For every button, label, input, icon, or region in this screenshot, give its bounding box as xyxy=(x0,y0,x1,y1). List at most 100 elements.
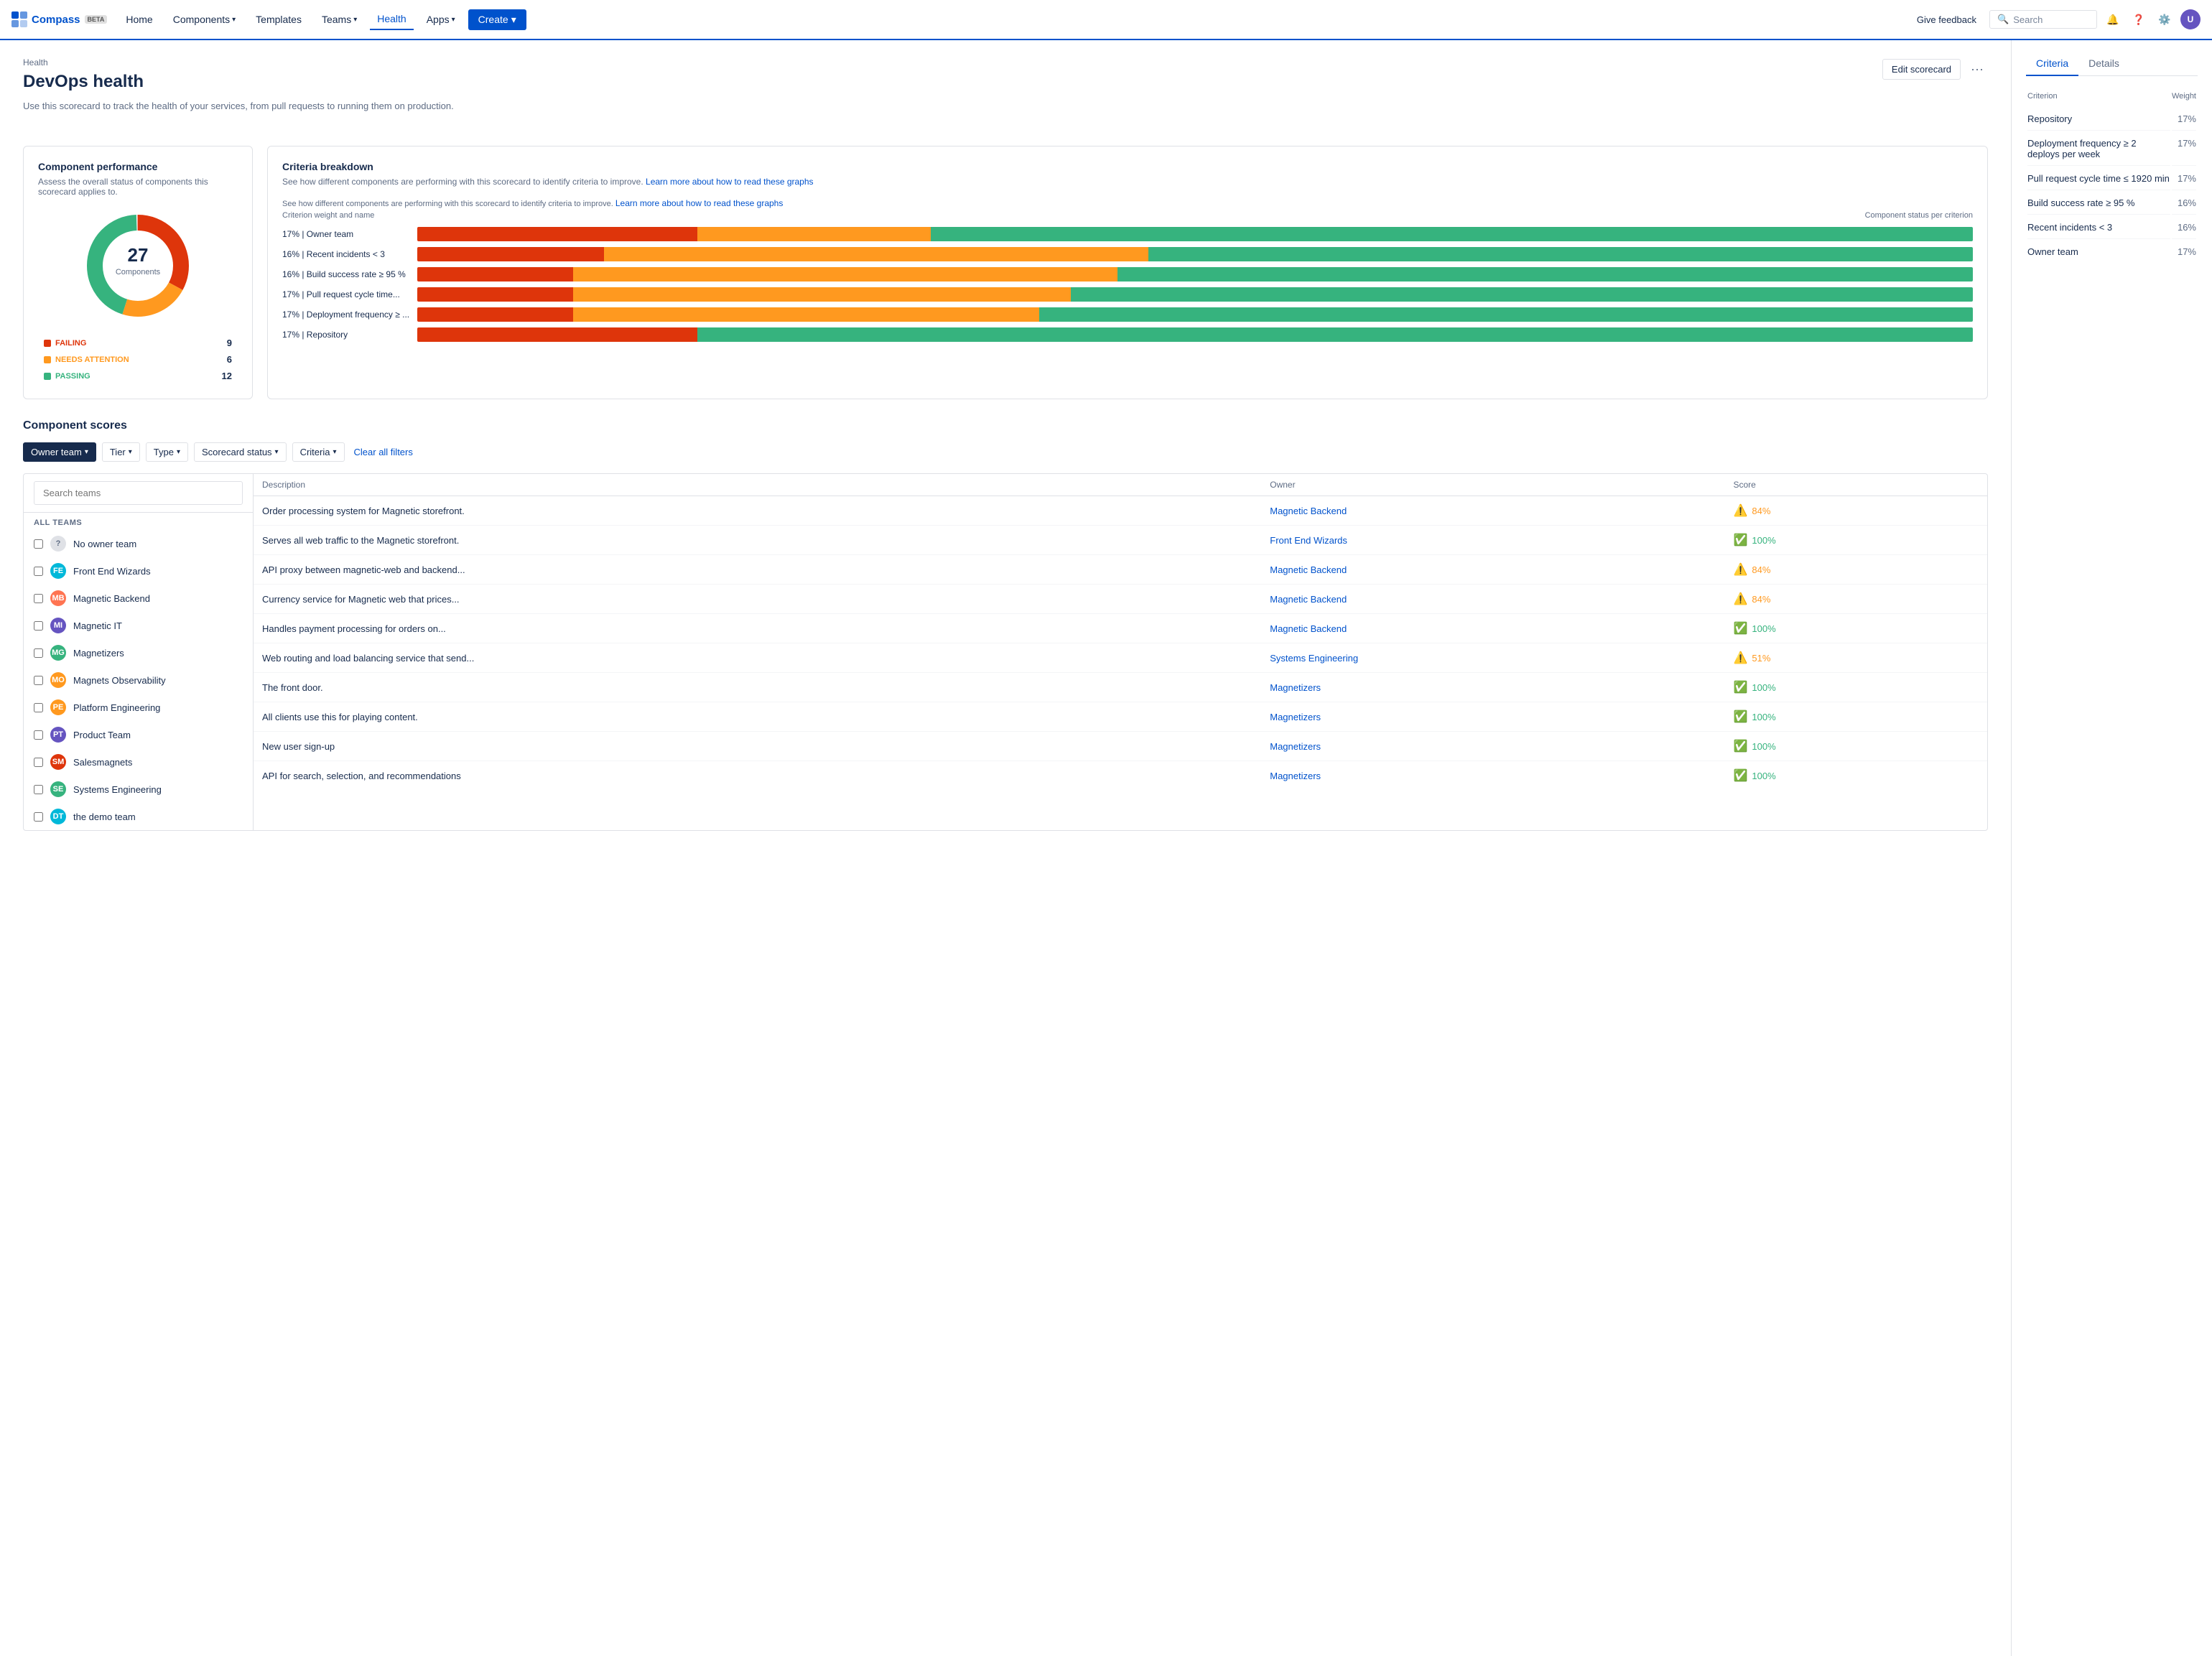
team-checkbox[interactable] xyxy=(34,785,43,794)
clear-filters-button[interactable]: Clear all filters xyxy=(350,443,417,461)
col-owner: Owner xyxy=(1261,474,1724,496)
team-checkbox[interactable] xyxy=(34,539,43,549)
team-checkbox[interactable] xyxy=(34,594,43,603)
nav-templates[interactable]: Templates xyxy=(248,9,309,29)
bar-warn xyxy=(604,247,1148,261)
create-button[interactable]: Create ▾ xyxy=(468,9,526,30)
nav-health[interactable]: Health xyxy=(370,9,413,30)
criteria-name: Deployment frequency ≥ 2 deploys per wee… xyxy=(2027,132,2170,166)
team-list-item[interactable]: MO Magnets Observability xyxy=(24,666,253,694)
tab-details[interactable]: Details xyxy=(2078,52,2129,76)
team-list-item[interactable]: ? No owner team xyxy=(24,530,253,557)
score-badge: ⚠️ 51% xyxy=(1734,651,1979,665)
perf-card-subtitle: Assess the overall status of components … xyxy=(38,177,238,197)
team-list-item[interactable]: PE Platform Engineering xyxy=(24,694,253,721)
more-options-button[interactable]: ··· xyxy=(1966,57,1988,81)
score-badge: ✅ 100% xyxy=(1734,533,1979,547)
donut-label: Components xyxy=(116,268,161,276)
score-icon: ⚠️ xyxy=(1734,562,1748,577)
filters-row: Owner team ▾ Tier ▾ Type ▾ Scorecard sta… xyxy=(23,442,1988,462)
team-checkbox[interactable] xyxy=(34,730,43,740)
team-checkbox[interactable] xyxy=(34,648,43,658)
criteria-name: Pull request cycle time ≤ 1920 min xyxy=(2027,167,2170,190)
team-checkbox[interactable] xyxy=(34,812,43,822)
team-list-item[interactable]: SM Salesmagnets xyxy=(24,748,253,776)
tab-criteria[interactable]: Criteria xyxy=(2026,52,2078,76)
bar-warn xyxy=(573,287,1071,302)
owner-link[interactable]: Magnetic Backend xyxy=(1270,623,1347,634)
team-avatar: MB xyxy=(50,590,66,606)
bar-track xyxy=(417,227,1973,241)
owner-link[interactable]: Systems Engineering xyxy=(1270,653,1358,664)
nav-components[interactable]: Components▾ xyxy=(166,9,243,29)
edit-scorecard-button[interactable]: Edit scorecard xyxy=(1882,59,1961,80)
row-score: ⚠️ 84% xyxy=(1725,555,1988,585)
criteria-row: Owner team 17% xyxy=(2027,241,2196,263)
owner-link[interactable]: Magnetizers xyxy=(1270,712,1321,722)
scorecard-status-filter[interactable]: Scorecard status ▾ xyxy=(194,442,287,462)
score-icon: ✅ xyxy=(1734,533,1748,547)
team-list-item[interactable]: FE Front End Wizards xyxy=(24,557,253,585)
score-value: 100% xyxy=(1752,535,1775,546)
team-list-item[interactable]: MB Magnetic Backend xyxy=(24,585,253,612)
row-owner: Systems Engineering xyxy=(1261,643,1724,673)
owner-link[interactable]: Magnetizers xyxy=(1270,771,1321,781)
tier-filter[interactable]: Tier ▾ xyxy=(102,442,140,462)
owner-link[interactable]: Magnetizers xyxy=(1270,741,1321,752)
search-teams-input[interactable] xyxy=(34,481,243,505)
feedback-button[interactable]: Give feedback xyxy=(1910,10,1984,29)
search-bar[interactable]: 🔍 Search xyxy=(1989,10,2097,29)
criteria-filter[interactable]: Criteria ▾ xyxy=(292,442,345,462)
bar-label: 16% | Recent incidents < 3 xyxy=(282,249,412,259)
logo-text: Compass xyxy=(32,14,80,26)
owner-team-filter[interactable]: Owner team ▾ xyxy=(23,442,96,462)
score-icon: ✅ xyxy=(1734,680,1748,694)
team-list-item[interactable]: MI Magnetic IT xyxy=(24,612,253,639)
team-list-item[interactable]: SE Systems Engineering xyxy=(24,776,253,803)
type-filter[interactable]: Type ▾ xyxy=(146,442,188,462)
team-list-item[interactable]: PT Product Team xyxy=(24,721,253,748)
team-list-item[interactable]: MG Magnetizers xyxy=(24,639,253,666)
team-checkbox[interactable] xyxy=(34,621,43,631)
team-avatar: MG xyxy=(50,645,66,661)
bar-warn xyxy=(697,227,931,241)
table-row: Handles payment processing for orders on… xyxy=(254,614,1987,643)
team-list-item[interactable]: DT the demo team xyxy=(24,803,253,830)
learn-more-link2[interactable]: Learn more about how to read these graph… xyxy=(615,198,783,208)
legend-passing: PASSING 12 xyxy=(38,368,238,384)
criteria-card-subtitle: See how different components are perform… xyxy=(282,177,1973,187)
criteria-weight: 17% xyxy=(2172,167,2196,190)
row-description: Currency service for Magnetic web that p… xyxy=(254,585,1261,614)
bar-pass xyxy=(931,227,1973,241)
team-checkbox[interactable] xyxy=(34,567,43,576)
app-logo[interactable]: Compass BETA xyxy=(11,11,107,27)
team-checkbox[interactable] xyxy=(34,703,43,712)
nav-teams[interactable]: Teams▾ xyxy=(315,9,364,29)
owner-link[interactable]: Magnetizers xyxy=(1270,682,1321,693)
table-row: Web routing and load balancing service t… xyxy=(254,643,1987,673)
nav-home[interactable]: Home xyxy=(118,9,159,29)
bar-fail xyxy=(417,267,573,282)
user-avatar[interactable]: U xyxy=(2180,9,2201,29)
page-description: Use this scorecard to track the health o… xyxy=(23,101,454,111)
beta-badge: BETA xyxy=(85,15,108,24)
owner-link[interactable]: Magnetic Backend xyxy=(1270,594,1347,605)
owner-link[interactable]: Front End Wizards xyxy=(1270,535,1347,546)
bar-warn xyxy=(573,307,1040,322)
help-icon[interactable]: ❓ xyxy=(2129,9,2149,29)
learn-more-link[interactable]: Learn more about how to read these graph… xyxy=(646,177,813,187)
row-description: All clients use this for playing content… xyxy=(254,702,1261,732)
notifications-icon[interactable]: 🔔 xyxy=(2103,9,2123,29)
nav-apps[interactable]: Apps▾ xyxy=(419,9,463,29)
team-checkbox[interactable] xyxy=(34,758,43,767)
settings-icon[interactable]: ⚙️ xyxy=(2155,9,2175,29)
bar-track xyxy=(417,327,1973,342)
score-value: 100% xyxy=(1752,623,1775,634)
create-caret: ▾ xyxy=(511,14,516,26)
owner-link[interactable]: Magnetic Backend xyxy=(1270,506,1347,516)
team-checkbox[interactable] xyxy=(34,676,43,685)
team-name: Magnetic Backend xyxy=(73,593,150,604)
owner-link[interactable]: Magnetic Backend xyxy=(1270,564,1347,575)
row-owner: Magnetizers xyxy=(1261,702,1724,732)
score-badge: ✅ 100% xyxy=(1734,680,1979,694)
